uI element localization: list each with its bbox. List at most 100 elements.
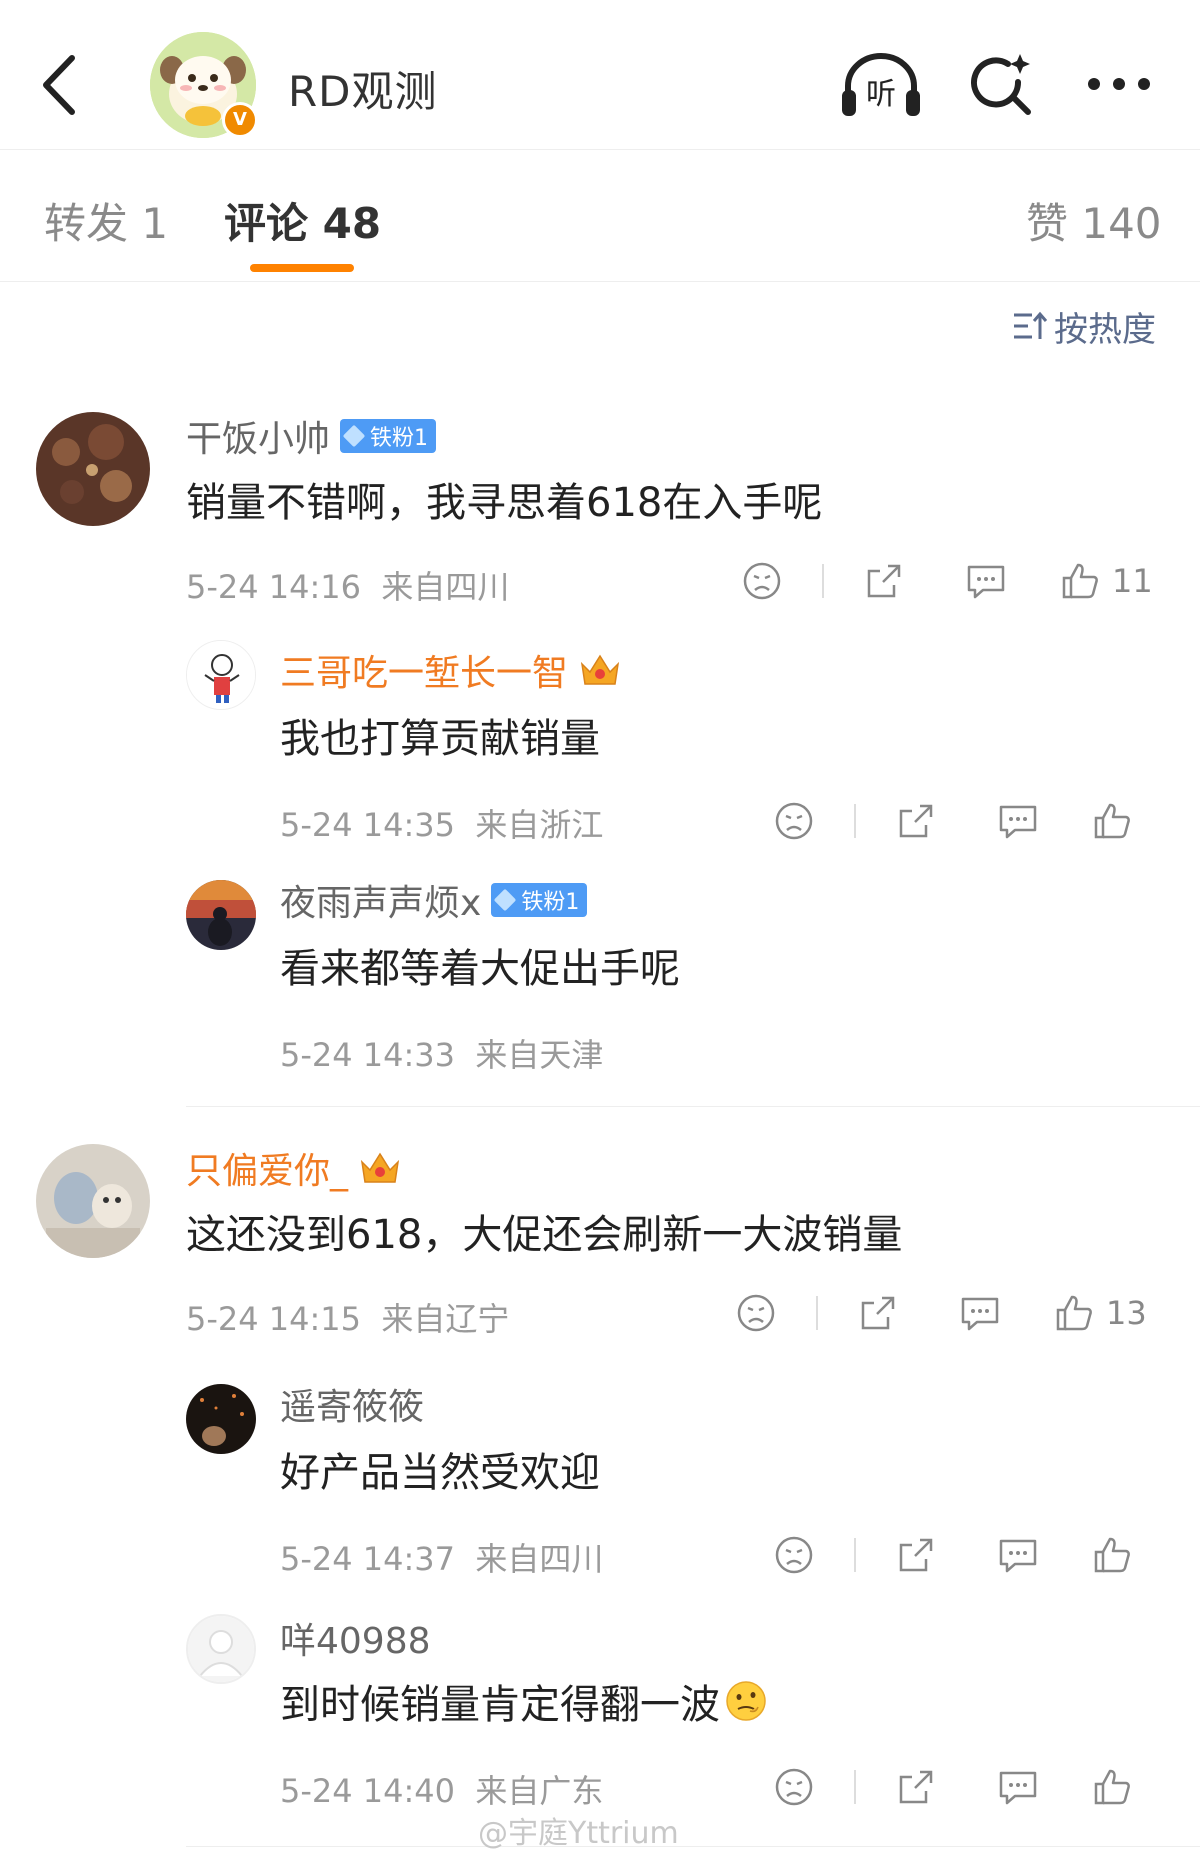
reply-actions bbox=[766, 1762, 1132, 1812]
comment-meta: 5-24 14:15 来自辽宁 bbox=[186, 1294, 509, 1340]
avatar[interactable] bbox=[186, 640, 256, 710]
reply-location: 来自天津 bbox=[475, 1036, 604, 1074]
back-arrow-icon[interactable] bbox=[36, 50, 86, 120]
comment-bubble-icon bbox=[999, 1539, 1037, 1573]
crown-icon bbox=[580, 654, 620, 685]
page-title: RD观测 bbox=[288, 67, 438, 116]
sad-face-icon bbox=[775, 1536, 813, 1574]
sad-face-icon bbox=[775, 1768, 813, 1806]
reply-location: 来自浙江 bbox=[475, 806, 604, 844]
sad-face-icon bbox=[743, 562, 781, 600]
tab-likes[interactable]: 赞 140 bbox=[1026, 190, 1162, 251]
reply-username[interactable]: 遥寄筱筱 bbox=[280, 1378, 424, 1430]
sad-face-icon bbox=[737, 1294, 775, 1332]
reply-text: 好产品当然受欢迎 bbox=[280, 1450, 600, 1496]
share-button[interactable] bbox=[850, 1293, 906, 1333]
reply-location: 来自广东 bbox=[475, 1772, 604, 1810]
reply-button[interactable] bbox=[952, 1293, 1008, 1333]
like-count: 11 bbox=[1112, 562, 1153, 600]
comment-username[interactable]: 干饭小帅 铁粉1 bbox=[186, 410, 437, 462]
divider bbox=[854, 804, 856, 838]
tab-reposts[interactable]: 转发 1 bbox=[44, 190, 168, 251]
dislike-button[interactable] bbox=[734, 561, 790, 601]
comment-actions: 13 bbox=[728, 1288, 1147, 1338]
share-icon bbox=[899, 804, 933, 838]
comment-bubble-icon bbox=[999, 1771, 1037, 1805]
comment-divider bbox=[186, 1846, 1200, 1847]
avatar[interactable] bbox=[186, 880, 256, 950]
comment-bubble-icon bbox=[967, 565, 1005, 599]
username-text: 三哥吃一堑长一智 bbox=[280, 653, 569, 694]
thinking-emoji-icon bbox=[726, 1681, 766, 1721]
diamond-icon bbox=[342, 424, 366, 448]
tab-comments[interactable]: 评论 48 bbox=[224, 190, 381, 251]
share-icon bbox=[899, 1538, 933, 1572]
reply-time: 5-24 14:37 bbox=[280, 1540, 456, 1578]
default-avatar[interactable] bbox=[186, 1614, 256, 1684]
reply-username[interactable]: 夜雨声声烦x 铁粉1 bbox=[280, 874, 588, 926]
username-text: 只偏爱你_ bbox=[186, 1151, 349, 1192]
diamond-icon bbox=[493, 888, 517, 912]
reply-username[interactable]: 咩40988 bbox=[280, 1612, 431, 1664]
reply-meta: 5-24 14:33 来自天津 bbox=[280, 1030, 603, 1076]
avatar[interactable] bbox=[36, 412, 150, 526]
sort-by-hot-button[interactable]: 按热度 bbox=[1012, 306, 1156, 350]
tab-bar: 转发 1 评论 48 赞 140 bbox=[0, 150, 1200, 282]
like-button[interactable] bbox=[1092, 1767, 1132, 1807]
avatar[interactable] bbox=[36, 1144, 150, 1258]
username-text: 干饭小帅 bbox=[186, 419, 331, 460]
reply-button[interactable] bbox=[958, 561, 1014, 601]
dislike-button[interactable] bbox=[766, 801, 822, 841]
share-icon bbox=[861, 1296, 895, 1330]
share-button[interactable] bbox=[888, 1767, 944, 1807]
dislike-button[interactable] bbox=[766, 1767, 822, 1807]
reply-button[interactable] bbox=[990, 801, 1046, 841]
divider bbox=[854, 1770, 856, 1804]
more-options-icon[interactable] bbox=[1084, 64, 1154, 104]
comment-username[interactable]: 只偏爱你_ bbox=[186, 1142, 402, 1194]
share-button[interactable] bbox=[856, 561, 912, 601]
reply-time: 5-24 14:33 bbox=[280, 1036, 456, 1074]
fan-level-badge: 铁粉1 bbox=[340, 419, 437, 453]
search-icon[interactable] bbox=[966, 50, 1036, 120]
avatar[interactable] bbox=[186, 1384, 256, 1454]
active-tab-indicator bbox=[250, 264, 354, 272]
thumbs-up-icon bbox=[1056, 1295, 1092, 1331]
fan-badge-label: 铁粉1 bbox=[521, 890, 580, 915]
reply-text: 我也打算贡献销量 bbox=[280, 716, 600, 762]
dislike-button[interactable] bbox=[766, 1535, 822, 1575]
reply-button[interactable] bbox=[990, 1535, 1046, 1575]
thumbs-up-icon bbox=[1094, 1537, 1130, 1573]
like-count: 13 bbox=[1106, 1294, 1147, 1332]
comment-text: 销量不错啊，我寻思着618在入手呢 bbox=[186, 480, 823, 526]
comment-actions: 11 bbox=[734, 556, 1153, 606]
reply-time: 5-24 14:40 bbox=[280, 1772, 456, 1810]
share-icon bbox=[899, 1770, 933, 1804]
reply-actions bbox=[766, 1530, 1132, 1580]
comment-divider bbox=[186, 1106, 1200, 1107]
reply-meta: 5-24 14:35 来自浙江 bbox=[280, 800, 603, 846]
comment-time: 5-24 14:16 bbox=[186, 568, 362, 606]
comment-meta: 5-24 14:16 来自四川 bbox=[186, 562, 509, 608]
thumbs-up-icon bbox=[1094, 803, 1130, 839]
like-button[interactable] bbox=[1092, 801, 1132, 841]
reply-button[interactable] bbox=[990, 1767, 1046, 1807]
like-button[interactable] bbox=[1092, 1535, 1132, 1575]
top-bar: V RD观测 听 bbox=[0, 0, 1200, 150]
like-button[interactable]: 13 bbox=[1054, 1293, 1147, 1333]
listen-button[interactable]: 听 bbox=[838, 50, 924, 120]
username-text: 遥寄筱筱 bbox=[280, 1387, 425, 1428]
comment-text: 这还没到618，大促还会刷新一大波销量 bbox=[186, 1212, 903, 1258]
comment-time: 5-24 14:15 bbox=[186, 1300, 362, 1338]
thumbs-up-icon bbox=[1094, 1769, 1130, 1805]
comment-bubble-icon bbox=[999, 805, 1037, 839]
like-button[interactable]: 11 bbox=[1060, 561, 1153, 601]
verified-badge: V bbox=[222, 102, 258, 138]
fan-badge-label: 铁粉1 bbox=[370, 426, 429, 451]
share-button[interactable] bbox=[888, 801, 944, 841]
reply-time: 5-24 14:35 bbox=[280, 806, 456, 844]
share-button[interactable] bbox=[888, 1535, 944, 1575]
dislike-button[interactable] bbox=[728, 1293, 784, 1333]
reply-username[interactable]: 三哥吃一堑长一智 bbox=[280, 644, 622, 696]
comment-bubble-icon bbox=[961, 1297, 999, 1331]
